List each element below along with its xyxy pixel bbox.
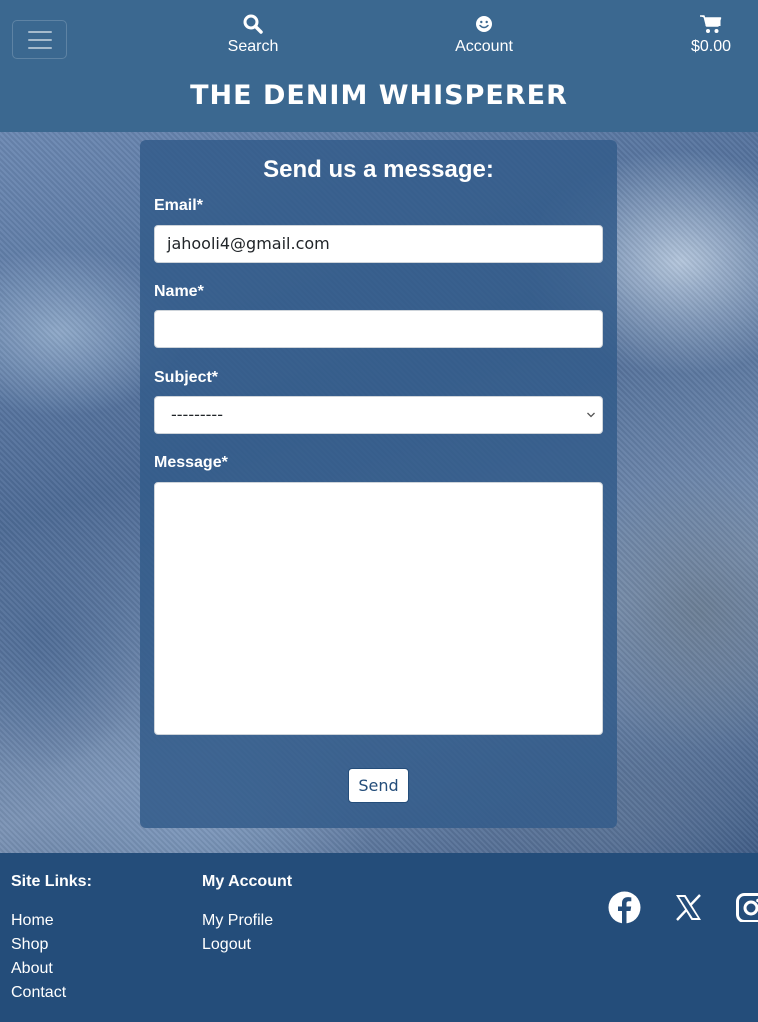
footer-link-logout[interactable]: Logout: [202, 936, 251, 954]
send-button[interactable]: Send: [348, 768, 409, 803]
email-label: Email*: [154, 197, 203, 214]
hero-denim-background: Send us a message: Email* jahooli4@gmail…: [0, 132, 758, 853]
hamburger-icon: [27, 30, 52, 33]
site-logo[interactable]: THE DENIM WHISPERER: [0, 80, 758, 111]
site-footer: Site Links: Home Shop About Contact My A…: [0, 853, 758, 1022]
cart-total: $0.00: [690, 38, 732, 55]
menu-toggle-button[interactable]: [12, 20, 67, 59]
subject-label: Subject*: [154, 369, 219, 386]
nav-cart-link[interactable]: $0.00: [688, 14, 734, 56]
instagram-icon[interactable]: [736, 893, 758, 922]
search-icon: [243, 14, 263, 34]
name-field[interactable]: [154, 310, 603, 348]
site-header: Search Account $0.00 THE DENIM WHISPERER: [0, 0, 758, 132]
footer-link-about[interactable]: About: [11, 960, 53, 978]
nav-account-label: Account: [455, 38, 513, 55]
footer-link-contact[interactable]: Contact: [11, 984, 66, 1002]
email-field[interactable]: jahooli4@gmail.com: [154, 225, 603, 263]
x-icon[interactable]: [674, 893, 703, 922]
footer-link-my-profile[interactable]: My Profile: [202, 912, 273, 930]
message-label: Message*: [154, 454, 228, 471]
facebook-icon[interactable]: [608, 891, 641, 924]
nav-account-link[interactable]: Account: [452, 14, 516, 56]
footer-link-shop[interactable]: Shop: [11, 936, 48, 954]
smiley-icon: [476, 16, 492, 32]
hamburger-icon-bar: [27, 46, 52, 49]
contact-form-panel: Send us a message: Email* jahooli4@gmail…: [140, 140, 617, 828]
nav-search-link[interactable]: Search: [226, 14, 280, 56]
cart-icon: [700, 15, 722, 33]
site-links-heading: Site Links:: [11, 873, 92, 890]
hamburger-icon-bar: [27, 38, 52, 41]
chevron-down-icon: [587, 412, 595, 418]
my-account-heading: My Account: [202, 873, 293, 890]
subject-select[interactable]: ---------: [154, 396, 603, 434]
subject-selected-value: ---------: [171, 405, 223, 424]
footer-link-home[interactable]: Home: [11, 912, 54, 930]
nav-search-label: Search: [227, 38, 279, 55]
name-label: Name*: [154, 283, 204, 300]
form-title: Send us a message:: [263, 156, 494, 183]
message-textarea[interactable]: [154, 482, 603, 735]
